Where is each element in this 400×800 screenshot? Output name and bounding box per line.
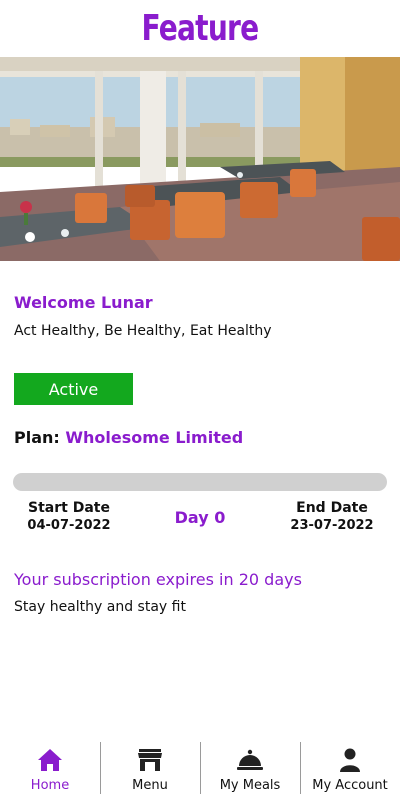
motto-text: Stay healthy and stay fit xyxy=(14,599,186,615)
nav-my-account[interactable]: My Account xyxy=(300,740,400,800)
plan-label: Plan: xyxy=(14,428,60,447)
subscription-progress-bar xyxy=(13,473,387,491)
end-date-label: End Date xyxy=(296,500,368,516)
day-counter: Day 0 xyxy=(174,508,226,527)
start-date-block: Start Date 04-07-2022 xyxy=(14,500,124,533)
nav-label-menu: Menu xyxy=(132,778,168,793)
nav-label-my-account: My Account xyxy=(312,778,388,793)
tagline: Act Healthy, Be Healthy, Eat Healthy xyxy=(14,323,272,339)
bottom-navigation: Home Menu My Meals My Account xyxy=(0,740,400,800)
restaurant-photo xyxy=(0,57,400,261)
start-date-value: 04-07-2022 xyxy=(27,518,111,533)
nav-label-my-meals: My Meals xyxy=(219,778,281,793)
plan-info: Plan: Wholesome Limited xyxy=(14,428,243,447)
store-icon xyxy=(136,747,164,773)
end-date-value: 23-07-2022 xyxy=(290,518,374,533)
page-title: Feature xyxy=(141,7,260,49)
welcome-message: Welcome Lunar xyxy=(14,293,153,312)
nav-my-meals[interactable]: My Meals xyxy=(200,740,300,800)
app-header: Feature xyxy=(0,0,400,56)
nav-menu[interactable]: Menu xyxy=(100,740,200,800)
plan-name: Wholesome Limited xyxy=(65,428,244,447)
start-date-label: Start Date xyxy=(28,500,110,516)
home-icon xyxy=(36,747,64,773)
end-date-block: End Date 23-07-2022 xyxy=(277,500,387,533)
status-badge: Active xyxy=(14,373,133,405)
hero-image xyxy=(0,57,400,261)
user-icon xyxy=(336,747,364,773)
nav-label-home: Home xyxy=(30,778,70,793)
expiry-notice: Your subscription expires in 20 days xyxy=(14,570,302,589)
nav-home[interactable]: Home xyxy=(0,740,100,800)
cloche-icon xyxy=(236,747,264,773)
